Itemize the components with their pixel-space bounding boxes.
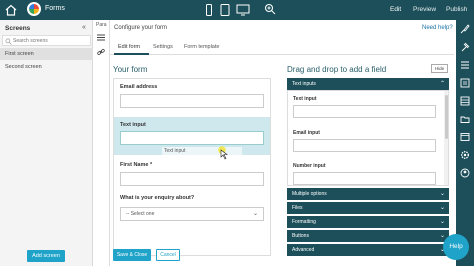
email-label: Email address xyxy=(120,84,158,90)
screens-search xyxy=(2,35,91,46)
your-form-title: Your form xyxy=(113,65,148,74)
cancel-button[interactable]: Cancel xyxy=(156,249,180,261)
list-icon[interactable] xyxy=(97,34,105,41)
enquiry-label: What is your enquiry about? xyxy=(120,195,195,201)
enquiry-select[interactable]: -- Select one ⌄ xyxy=(120,207,264,221)
user-icon[interactable] xyxy=(460,168,470,178)
collapse-icon[interactable]: « xyxy=(82,24,86,31)
tab-settings[interactable]: Settings xyxy=(153,44,173,50)
menu-icon[interactable] xyxy=(460,60,470,70)
section-formatting[interactable]: Formatting ⌄ xyxy=(287,216,449,228)
settings-icon[interactable] xyxy=(460,150,470,160)
first-name-label: First Name * xyxy=(120,162,153,168)
search-icon xyxy=(5,38,12,45)
palette-item-label: Number input xyxy=(293,163,326,169)
chevron-down-icon: ⌄ xyxy=(252,211,258,217)
section-files[interactable]: Files ⌄ xyxy=(287,202,449,214)
palette-email-input[interactable] xyxy=(293,139,436,152)
configure-title: Configure your form xyxy=(114,25,168,31)
screen-item-label: Second screen xyxy=(5,64,42,70)
help-button[interactable]: Help xyxy=(443,234,469,260)
section-label: Files xyxy=(292,205,303,211)
chevron-up-icon: ⌃ xyxy=(439,81,445,87)
link-icon[interactable] xyxy=(97,48,105,56)
properties-strip: Para xyxy=(94,20,110,266)
text-input-field[interactable] xyxy=(120,131,264,145)
screens-search-input[interactable] xyxy=(13,37,89,45)
device-switcher xyxy=(204,3,250,17)
scroll-thumb[interactable] xyxy=(445,95,448,139)
screen-item-second[interactable]: Second screen xyxy=(0,61,93,73)
edit-menu[interactable]: Edit xyxy=(390,6,401,13)
palette-scrollbar[interactable] xyxy=(444,91,448,185)
palette-item-label: Email input xyxy=(293,130,320,136)
need-help-link[interactable]: Need help? xyxy=(422,25,453,31)
section-text-inputs[interactable]: Text inputs ⌃ xyxy=(287,78,449,90)
chevron-down-icon: ⌄ xyxy=(439,191,445,197)
mobile-icon[interactable] xyxy=(204,4,214,16)
drag-cursor-icon xyxy=(218,146,228,160)
form-canvas[interactable]: Email address Text input Text input Firs… xyxy=(113,78,271,256)
text-inputs-list: Text input Email input Number input xyxy=(287,90,449,186)
folder-icon[interactable] xyxy=(460,114,470,124)
preview-menu[interactable]: Preview xyxy=(413,6,436,13)
zoom-icon[interactable] xyxy=(264,3,276,15)
section-label: Text inputs xyxy=(292,81,316,87)
palette-item-label: Text input xyxy=(293,96,317,102)
brush-icon[interactable] xyxy=(460,24,470,34)
enquiry-select-value: -- Select one xyxy=(126,211,155,217)
tablet-icon[interactable] xyxy=(220,4,230,16)
screen-item-label: First screen xyxy=(5,51,34,57)
add-screen-button[interactable]: Add screen xyxy=(27,250,65,262)
right-toolbar xyxy=(456,20,474,266)
tab-edit-form[interactable]: Edit form xyxy=(118,44,140,50)
section-multiple-options[interactable]: Multiple options ⌄ xyxy=(287,188,449,200)
screens-title: Screens xyxy=(5,25,31,32)
top-bar: Forms Edit Preview Publish xyxy=(0,0,474,20)
layout-icon[interactable] xyxy=(460,96,470,106)
tab-form-template[interactable]: Form template xyxy=(184,44,219,50)
section-label: Formatting xyxy=(292,219,316,225)
hide-button[interactable]: Hide xyxy=(431,64,448,73)
section-advanced[interactable]: Advanced ⌄ xyxy=(287,244,449,256)
properties-tab[interactable]: Para xyxy=(96,22,107,28)
chevron-down-icon: ⌄ xyxy=(439,205,445,211)
screens-panel: Screens « First screen Second screen Add… xyxy=(0,20,93,266)
section-label: Buttons xyxy=(292,233,309,239)
email-field[interactable] xyxy=(120,94,264,108)
chevron-down-icon: ⌄ xyxy=(439,219,445,225)
active-tab-indicator xyxy=(114,53,149,55)
drag-ghost: Text input xyxy=(162,147,242,156)
section-label: Multiple options xyxy=(292,191,327,197)
configure-panel: Configure your form Need help? Edit form… xyxy=(110,20,454,266)
publish-menu[interactable]: Publish xyxy=(446,6,467,13)
desktop-icon[interactable] xyxy=(236,4,250,16)
text-input-label: Text input xyxy=(120,122,146,128)
section-buttons[interactable]: Buttons ⌄ xyxy=(287,230,449,242)
palette-text-input[interactable] xyxy=(293,105,436,118)
configure-tabs: Edit form Settings Form template xyxy=(110,41,454,55)
save-close-button[interactable]: Save & Close xyxy=(113,249,151,261)
home-icon[interactable] xyxy=(4,3,18,17)
window-icon[interactable] xyxy=(460,132,470,142)
hammer-icon[interactable] xyxy=(460,42,470,52)
section-label: Advanced xyxy=(292,247,315,253)
palette-number-input[interactable] xyxy=(293,172,436,185)
app-name: Forms xyxy=(45,5,65,12)
app-logo xyxy=(27,2,41,16)
form-list-icon[interactable] xyxy=(460,78,470,88)
drag-drop-title: Drag and drop to add a field xyxy=(287,65,387,74)
screen-item-first[interactable]: First screen xyxy=(0,48,93,60)
first-name-field[interactable] xyxy=(120,172,264,186)
